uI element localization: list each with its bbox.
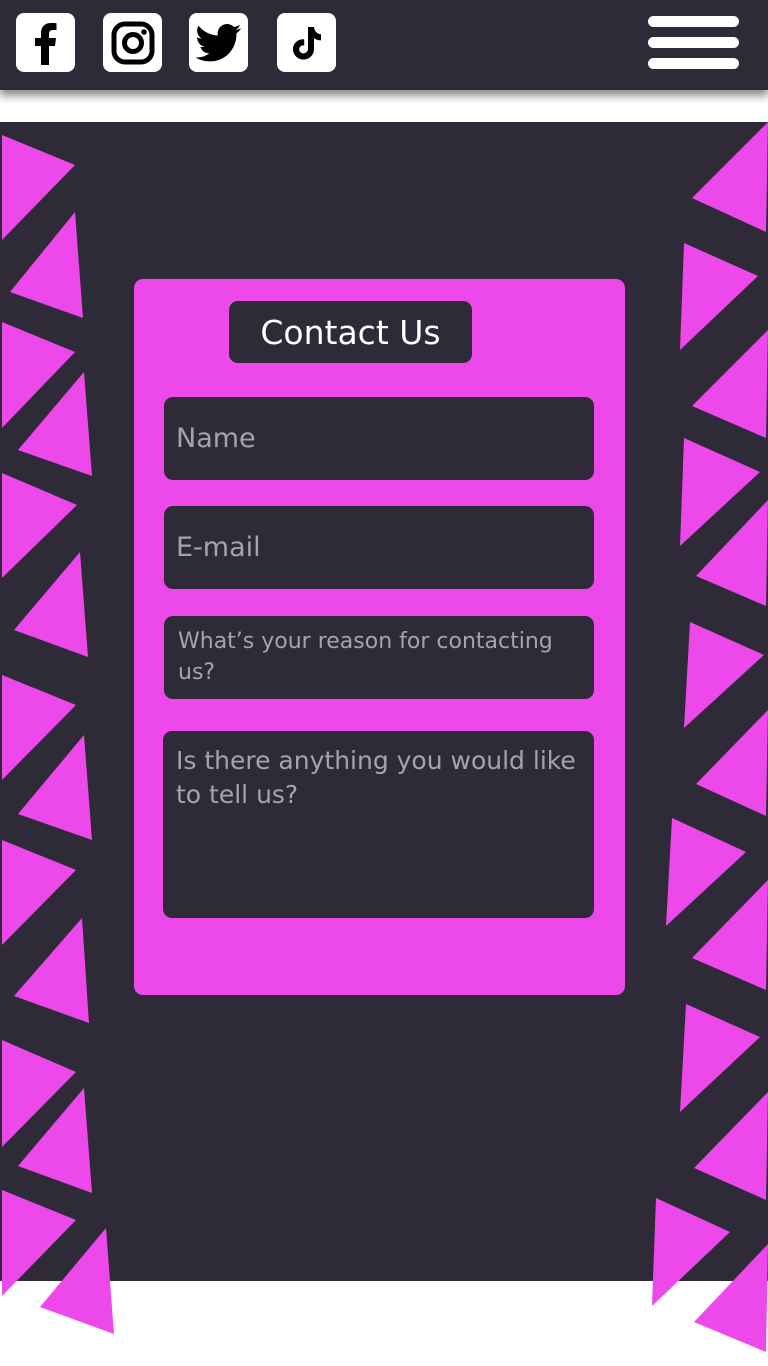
name-placeholder: Name xyxy=(176,423,256,454)
email-input[interactable]: E-mail xyxy=(164,506,594,589)
page-title: Contact Us xyxy=(260,312,441,352)
hamburger-menu-button[interactable] xyxy=(648,16,739,70)
tiktok-icon xyxy=(292,26,321,59)
message-textarea[interactable]: Is there anything you would like to tell… xyxy=(163,731,594,918)
reason-placeholder: What’s your reason for contacting us? xyxy=(178,629,553,685)
tiktok-link[interactable] xyxy=(277,13,336,72)
instagram-link[interactable] xyxy=(103,13,162,72)
facebook-icon xyxy=(34,22,56,65)
menu-bar xyxy=(648,37,739,48)
twitter-link[interactable] xyxy=(189,13,248,72)
contact-title-box: Contact Us xyxy=(229,301,472,363)
facebook-link[interactable] xyxy=(16,13,75,72)
email-placeholder: E-mail xyxy=(176,532,261,563)
instagram-icon xyxy=(111,21,154,64)
name-input[interactable]: Name xyxy=(164,397,594,480)
menu-bar xyxy=(648,16,739,27)
message-placeholder: Is there anything you would like to tell… xyxy=(176,746,576,809)
twitter-icon xyxy=(195,23,241,61)
contact-form-card: Contact Us Name E-mail What’s your reaso… xyxy=(134,279,625,995)
reason-input[interactable]: What’s your reason for contacting us? xyxy=(164,616,594,699)
top-nav-bar xyxy=(0,0,768,90)
menu-bar xyxy=(648,58,739,69)
